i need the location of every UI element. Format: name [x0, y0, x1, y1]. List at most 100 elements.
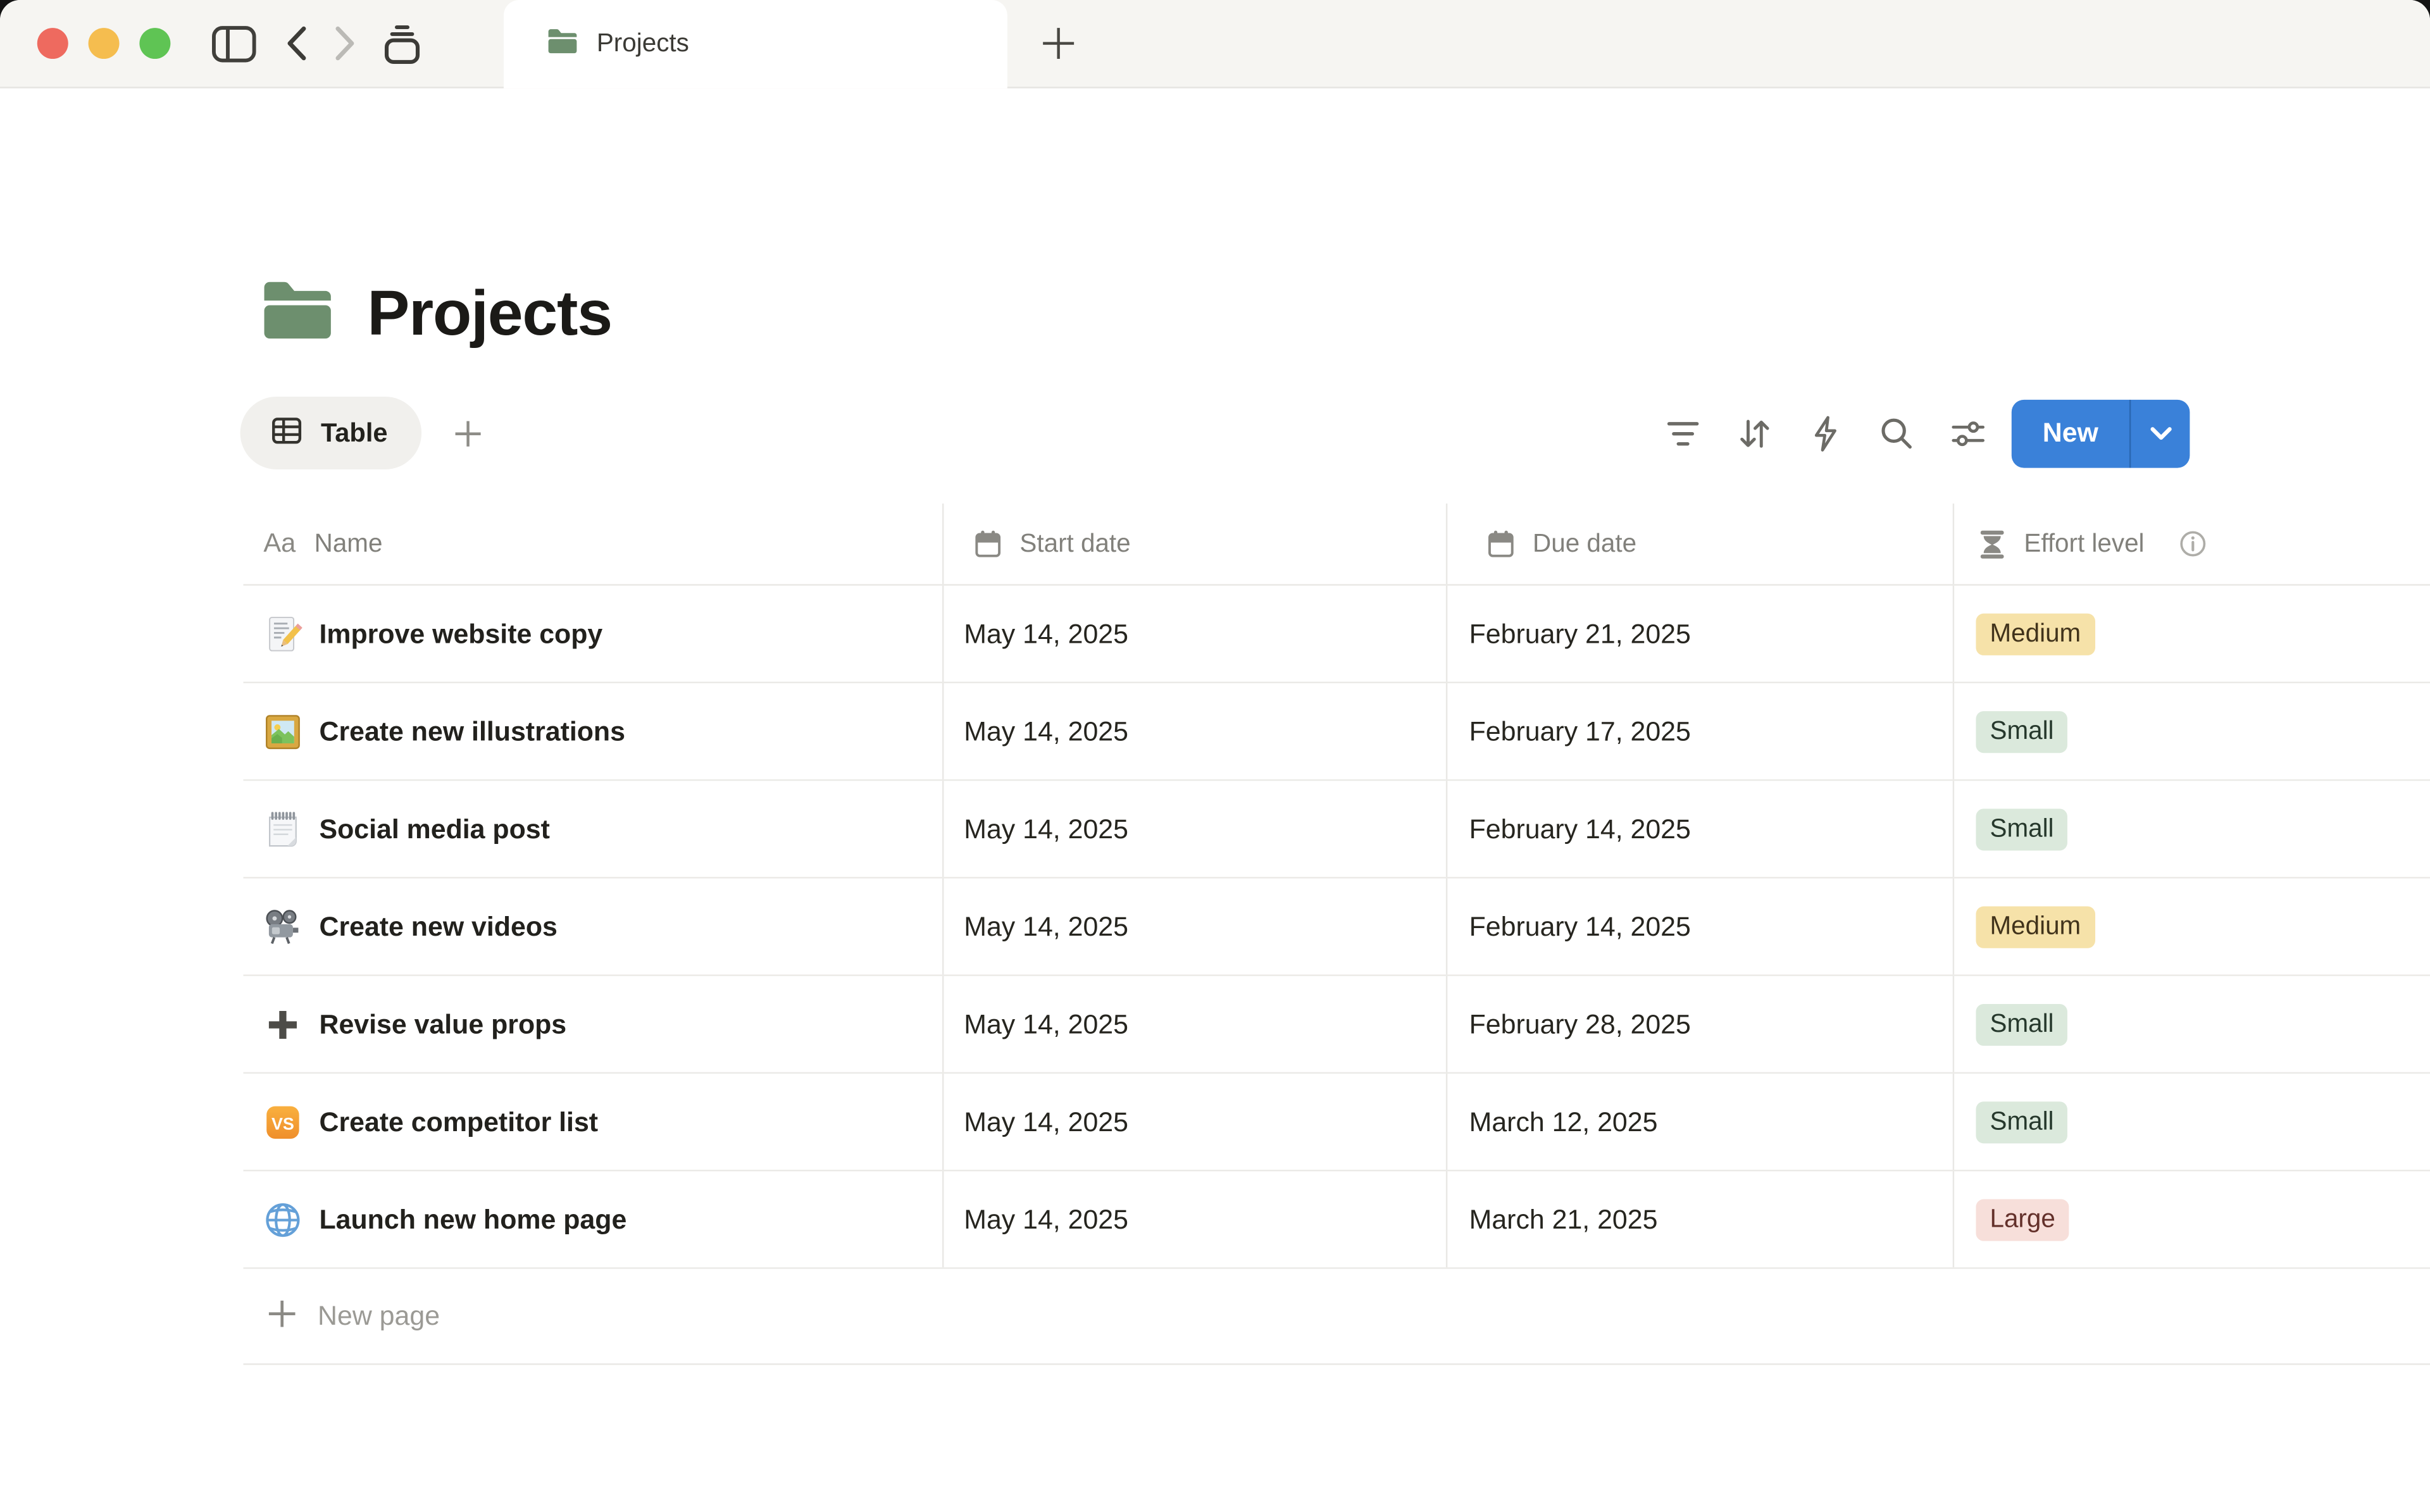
green-folder-icon[interactable]: [262, 279, 333, 349]
window-controls: [0, 0, 423, 87]
name-cell[interactable]: VS Create competitor list: [243, 1074, 944, 1170]
effort-level-cell[interactable]: Small: [1954, 1074, 2430, 1170]
page-name[interactable]: Social media post: [319, 812, 549, 845]
name-cell[interactable]: Create new videos: [243, 879, 944, 975]
plus-icon: [266, 1298, 297, 1334]
effort-level-cell[interactable]: Large: [1954, 1171, 2430, 1267]
sidebar-toggle-icon[interactable]: [211, 24, 257, 63]
column-header-label: Start date: [1019, 529, 1130, 559]
new-page-button[interactable]: New page: [243, 1269, 2430, 1365]
due-date-cell[interactable]: March 12, 2025: [1447, 1074, 1954, 1170]
name-cell[interactable]: Improve website copy: [243, 586, 944, 682]
zoom-window-button[interactable]: [139, 28, 170, 59]
due-date-value: February 14, 2025: [1469, 910, 1691, 943]
tab-projects[interactable]: Projects: [504, 0, 1007, 89]
effort-level-cell[interactable]: Small: [1954, 683, 2430, 779]
filter-icon[interactable]: [1657, 407, 1709, 459]
due-date-cell[interactable]: March 21, 2025: [1447, 1171, 1954, 1267]
chevron-down-icon[interactable]: [2131, 425, 2190, 440]
due-date-value: March 12, 2025: [1469, 1105, 1658, 1137]
automation-icon[interactable]: [1799, 407, 1852, 459]
effort-level-cell[interactable]: Medium: [1954, 879, 2430, 975]
page-name[interactable]: Create new illustrations: [319, 715, 625, 747]
start-date-cell[interactable]: May 14, 2025: [944, 1171, 1447, 1267]
tab-overview-icon[interactable]: [381, 23, 423, 65]
column-header-name[interactable]: Aa Name: [243, 504, 944, 584]
minimize-window-button[interactable]: [89, 28, 120, 59]
effort-level-cell[interactable]: Medium: [1954, 586, 2430, 682]
forward-icon[interactable]: [333, 25, 357, 62]
due-date-cell[interactable]: February 21, 2025: [1447, 586, 1954, 682]
table-view-icon: [271, 415, 302, 450]
calendar-icon: [975, 530, 1001, 558]
search-icon[interactable]: [1871, 407, 1923, 459]
projects-table: Aa Name Start date Due dateEffort level Imp…: [243, 504, 2430, 1365]
table-body: Improve website copyMay 14, 2025February…: [243, 586, 2430, 1269]
due-date-cell[interactable]: February 14, 2025: [1447, 879, 1954, 975]
effort-level-badge: Small: [1976, 710, 2067, 752]
page-title-row: Projects: [0, 89, 2430, 350]
text-aa-icon: Aa: [263, 528, 296, 559]
info-icon[interactable]: [2178, 530, 2206, 558]
table-row: Improve website copy May 14, 2025 February…: [243, 586, 2430, 683]
close-window-button[interactable]: [37, 28, 68, 59]
start-date-cell[interactable]: May 14, 2025: [944, 1074, 1447, 1170]
effort-level-cell[interactable]: Small: [1954, 781, 2430, 877]
back-icon[interactable]: [285, 25, 309, 62]
table-row: Create new videos May 14, 2025 February 14…: [243, 879, 2430, 976]
start-date-value: May 14, 2025: [964, 617, 1128, 650]
page-name[interactable]: Create competitor list: [319, 1105, 598, 1137]
table-row: Revise value props May 14, 2025 February 2…: [243, 976, 2430, 1074]
new-button[interactable]: New: [2012, 399, 2190, 468]
svg-text:VS: VS: [271, 1113, 294, 1132]
hourglass-icon: [1979, 529, 2005, 559]
page-name[interactable]: Improve website copy: [319, 617, 602, 650]
start-date-cell[interactable]: May 14, 2025: [944, 879, 1447, 975]
table-row: Launch new home page May 14, 2025 March 21…: [243, 1171, 2430, 1268]
column-header-label: Name: [315, 529, 383, 559]
due-date-cell[interactable]: February 17, 2025: [1447, 683, 1954, 779]
table-header-row: Aa Name Start date Due dateEffort level: [243, 504, 2430, 586]
notion-window: Projects Projects Table: [0, 0, 2430, 1512]
effort-level-badge: Medium: [1976, 905, 2095, 947]
start-date-cell[interactable]: May 14, 2025: [944, 976, 1447, 1072]
start-date-value: May 14, 2025: [964, 910, 1128, 943]
start-date-cell[interactable]: May 14, 2025: [944, 586, 1447, 682]
due-date-value: February 28, 2025: [1469, 1008, 1691, 1040]
new-page-label: New page: [318, 1300, 440, 1332]
window-tab-bar: Projects: [0, 0, 2430, 89]
effort-level-badge: Medium: [1976, 613, 2095, 655]
due-date-value: February 17, 2025: [1469, 715, 1691, 747]
due-date-value: February 21, 2025: [1469, 617, 1691, 650]
name-cell[interactable]: Revise value props: [243, 976, 944, 1072]
column-header-start-date[interactable]: Start date: [944, 504, 1447, 584]
table-row: VS Create competitor list May 14, 2025 Marc…: [243, 1074, 2430, 1171]
view-tab-label: Table: [321, 418, 388, 449]
effort-level-cell[interactable]: Small: [1954, 976, 2430, 1072]
tab-title: Projects: [597, 30, 689, 59]
page-name[interactable]: Revise value props: [319, 1008, 566, 1040]
column-header-due-date[interactable]: Due date: [1447, 504, 1954, 584]
new-tab-button[interactable]: [1026, 11, 1091, 76]
sort-icon[interactable]: [1728, 407, 1781, 459]
add-view-icon[interactable]: [444, 408, 493, 457]
page-name[interactable]: Launch new home page: [319, 1203, 626, 1236]
start-date-value: May 14, 2025: [964, 1203, 1128, 1236]
due-date-cell[interactable]: February 14, 2025: [1447, 781, 1954, 877]
effort-level-badge: Small: [1976, 808, 2067, 850]
spiral-notepad-icon: [263, 810, 302, 848]
name-cell[interactable]: Launch new home page: [243, 1171, 944, 1267]
page-content: Projects Table New: [0, 89, 2430, 1365]
new-button-label[interactable]: New: [2012, 417, 2129, 449]
start-date-cell[interactable]: May 14, 2025: [944, 781, 1447, 877]
due-date-cell[interactable]: February 28, 2025: [1447, 976, 1954, 1072]
page-name[interactable]: Create new videos: [319, 910, 557, 943]
view-tab-table[interactable]: Table: [240, 397, 422, 469]
column-header-effort-level[interactable]: Effort level: [1954, 504, 2430, 584]
settings-sliders-icon[interactable]: [1942, 407, 1995, 459]
name-cell[interactable]: Create new illustrations: [243, 683, 944, 779]
start-date-cell[interactable]: May 14, 2025: [944, 683, 1447, 779]
name-cell[interactable]: Social media post: [243, 781, 944, 877]
page-title[interactable]: Projects: [367, 277, 611, 350]
view-toolbar: Table New: [240, 397, 2190, 469]
